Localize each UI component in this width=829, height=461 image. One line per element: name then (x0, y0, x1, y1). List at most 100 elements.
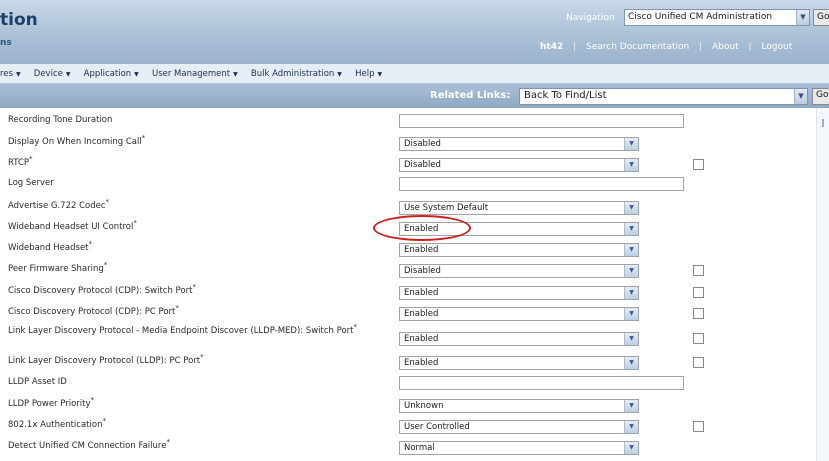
field-select-value: Enabled (404, 358, 439, 368)
search-documentation-link[interactable]: Search Documentation (586, 42, 689, 52)
related-links-select[interactable]: Back To Find/List ▼ (519, 88, 808, 105)
field-select-value: Disabled (404, 139, 441, 149)
chevron-down-icon: ▼ (794, 89, 807, 104)
override-checkbox[interactable] (693, 421, 704, 432)
field-label: Display On When Incoming Call* (8, 134, 146, 147)
field-select[interactable]: Enabled ▼ (399, 222, 639, 236)
about-link[interactable]: About (712, 42, 739, 52)
required-marker: * (29, 155, 33, 164)
user-name: ht42 (540, 42, 564, 52)
field-select-value: Disabled (404, 266, 441, 276)
chevron-down-icon: ▼ (337, 71, 342, 78)
field-select[interactable]: Disabled ▼ (399, 137, 639, 151)
field-label: Wideband Headset* (8, 240, 93, 253)
chevron-down-icon: ▼ (377, 71, 383, 78)
required-marker: * (141, 134, 146, 143)
field-select[interactable]: Enabled ▼ (399, 286, 639, 300)
related-links-value: Back To Find/List (524, 90, 607, 101)
field-select[interactable]: Enabled ▼ (399, 332, 639, 346)
separator: | (748, 42, 752, 52)
field-select-value: Normal (404, 443, 435, 453)
chevron-down-icon: ▼ (624, 400, 638, 412)
field-select[interactable]: User Controlled ▼ (399, 420, 639, 434)
field-label: LLDP Asset ID (8, 377, 67, 387)
field-select-value: Unknown (404, 401, 444, 411)
field-select[interactable]: Disabled ▼ (399, 264, 639, 278)
chevron-down-icon: ▼ (624, 202, 638, 214)
field-select-value: User Controlled (404, 422, 470, 432)
chevron-down-icon: ▼ (624, 265, 638, 277)
navigation-go-button[interactable]: Go (813, 9, 829, 26)
chevron-down-icon: ▼ (65, 71, 71, 78)
chevron-down-icon: ▼ (624, 159, 638, 171)
chevron-down-icon: ▼ (796, 10, 809, 25)
separator: | (573, 42, 577, 52)
navigation-label: Navigation (566, 13, 615, 23)
separator: | (699, 42, 703, 52)
required-marker: * (166, 438, 170, 447)
menu-item-help[interactable]: Help ▼ (355, 64, 383, 83)
override-checkbox[interactable] (693, 333, 704, 344)
override-checkbox[interactable] (693, 159, 704, 170)
chevron-down-icon: ▼ (233, 71, 238, 78)
override-checkbox[interactable] (693, 357, 704, 368)
field-select-value: Use System Default (404, 203, 489, 213)
field-label: Wideband Headset UI Control* (8, 219, 137, 232)
related-links-label: Related Links: (430, 90, 511, 101)
required-marker: * (353, 323, 357, 332)
chevron-down-icon: ▼ (624, 308, 638, 320)
override-checkbox[interactable] (693, 308, 704, 319)
chevron-down-icon: ▼ (624, 223, 638, 235)
utility-links: ht42 | Search Documentation | About | Lo… (540, 42, 792, 52)
override-checkbox[interactable] (693, 287, 704, 298)
chevron-down-icon: ▼ (15, 71, 21, 78)
related-links-go-button[interactable]: Go (812, 88, 829, 105)
field-select[interactable]: Use System Default ▼ (399, 201, 639, 215)
field-text-input[interactable] (399, 376, 684, 390)
required-marker: * (102, 417, 106, 426)
menu-item-bulk-administration[interactable]: Bulk Administration ▼ (251, 64, 342, 83)
field-select-value: Enabled (404, 309, 439, 319)
chevron-down-icon: ▼ (624, 357, 638, 369)
required-marker: * (133, 219, 137, 228)
device-settings-form: Recording Tone Duration Display On When I… (0, 108, 829, 461)
menu-item-device[interactable]: Device ▼ (34, 64, 71, 83)
right-panel-edge (816, 108, 829, 461)
field-select[interactable]: Enabled ▼ (399, 356, 639, 370)
field-text-input[interactable] (399, 177, 684, 191)
field-select-value: Enabled (404, 224, 439, 234)
menu-item[interactable]: res ▼ (0, 64, 21, 83)
field-select[interactable]: Enabled ▼ (399, 307, 639, 321)
field-label: Link Layer Discovery Protocol - Media En… (8, 323, 357, 336)
override-checkbox[interactable] (693, 265, 704, 276)
chevron-down-icon: ▼ (624, 333, 638, 345)
menu-item-application[interactable]: Application ▼ (84, 64, 139, 83)
field-label: Advertise G.722 Codec* (8, 198, 110, 211)
logout-link[interactable]: Logout (761, 42, 792, 52)
navigation-select[interactable]: Cisco Unified CM Administration ▼ (624, 9, 810, 26)
field-label: Detect Unified CM Connection Failure* (8, 438, 170, 451)
field-label: LLDP Power Priority* (8, 396, 95, 409)
chevron-down-icon: ▼ (624, 442, 638, 454)
field-label: Log Server (8, 178, 54, 188)
menu-item-user-management[interactable]: User Management ▼ (152, 64, 238, 83)
required-marker: * (90, 396, 95, 405)
field-select[interactable]: Normal ▼ (399, 441, 639, 455)
chevron-down-icon: ▼ (624, 138, 638, 150)
menu-bar: res ▼ Device ▼ Application ▼ User Managemen… (0, 64, 829, 84)
required-marker: * (200, 353, 204, 362)
field-text-input[interactable] (399, 114, 684, 128)
field-label: Cisco Discovery Protocol (CDP): Switch P… (8, 283, 196, 296)
chevron-down-icon: ▼ (624, 421, 638, 433)
related-links-bar: Related Links: Back To Find/List ▼ Go (0, 84, 829, 108)
required-marker: * (175, 304, 179, 313)
required-marker: * (88, 240, 93, 249)
app-title: tion (0, 10, 38, 30)
field-select[interactable]: Enabled ▼ (399, 243, 639, 257)
field-select[interactable]: Disabled ▼ (399, 158, 639, 172)
field-label: Cisco Discovery Protocol (CDP): PC Port* (8, 304, 179, 317)
field-select[interactable]: Unknown ▼ (399, 399, 639, 413)
field-label: Link Layer Discovery Protocol (LLDP): PC… (8, 353, 204, 366)
chevron-down-icon: ▼ (624, 244, 638, 256)
field-select-value: Enabled (404, 334, 439, 344)
